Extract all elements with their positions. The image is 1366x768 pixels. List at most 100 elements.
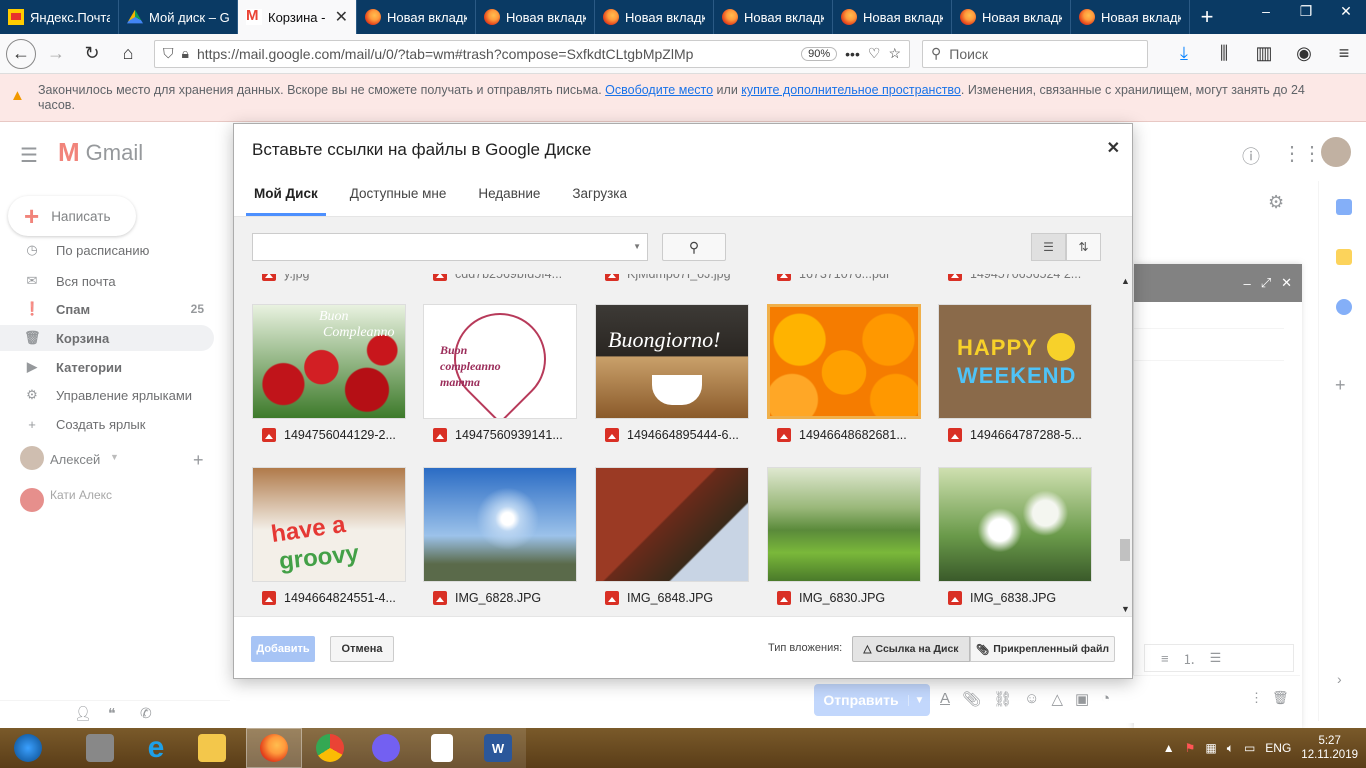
- browser-tab[interactable]: Яндекс.Почта: [0, 0, 119, 34]
- file-item[interactable]: have a groovy 1494664824551-4...: [252, 467, 406, 614]
- close-window-icon[interactable]: ✕: [1326, 0, 1366, 34]
- browser-tab[interactable]: Новая вкладк: [714, 0, 833, 34]
- file-name: y.jpg: [284, 274, 310, 281]
- scroll-thumb[interactable]: [1120, 539, 1130, 561]
- file-explorer-icon[interactable]: [184, 728, 240, 768]
- browser-tab[interactable]: Новая вкладк: [952, 0, 1071, 34]
- language-indicator[interactable]: ENG: [1265, 741, 1291, 755]
- firefox-taskbar-icon[interactable]: [246, 728, 302, 768]
- viber-taskbar-icon[interactable]: [358, 728, 414, 768]
- file-name-row: 1494570656524 2...: [938, 274, 1092, 284]
- internet-explorer-icon[interactable]: e: [128, 728, 184, 768]
- start-button[interactable]: [0, 728, 56, 768]
- show-hidden-icons[interactable]: ▲: [1163, 741, 1175, 755]
- file-grid-scrollbar[interactable]: ▲ ▼: [1118, 274, 1132, 616]
- clock[interactable]: 5:27 12.11.2019: [1301, 734, 1358, 762]
- hamburger-menu-icon[interactable]: ≡: [1328, 38, 1360, 70]
- scroll-up-icon[interactable]: ▲: [1121, 276, 1130, 286]
- browser-tab[interactable]: Корзина - ✕: [238, 0, 357, 34]
- browser-tab[interactable]: Новая вкладк: [833, 0, 952, 34]
- chrome-taskbar-icon[interactable]: [302, 728, 358, 768]
- dialog-tab[interactable]: Загрузка: [564, 172, 635, 216]
- close-tab-icon[interactable]: ✕: [335, 7, 348, 27]
- buy-storage-link[interactable]: купите дополнительное пространство: [741, 83, 961, 97]
- search-icon: ⚲: [688, 238, 700, 255]
- document-taskbar-icon[interactable]: [414, 728, 470, 768]
- scroll-down-icon[interactable]: ▼: [1121, 604, 1130, 614]
- back-button[interactable]: ←: [6, 38, 36, 69]
- browser-tab[interactable]: Новая вкладк: [595, 0, 714, 34]
- browser-nav-bar: ← → ↻ ⌂ ⛉ 🔒︎ https://mail.google.com/mai…: [0, 34, 1366, 74]
- dialog-tab[interactable]: Мой Диск: [246, 172, 326, 216]
- action-center-icon[interactable]: ⚑: [1185, 741, 1196, 755]
- file-item[interactable]: IMG_6830.JPG: [767, 467, 921, 614]
- file-name-row: 14946648682681...: [767, 419, 921, 451]
- file-name: 1494664824551-4...: [284, 591, 396, 605]
- file-name: 1494570656524 2...: [970, 274, 1082, 281]
- taskbar-app-icon[interactable]: [72, 728, 128, 768]
- attach-file-button[interactable]: 📎︎ Прикрепленный файл: [970, 636, 1115, 662]
- file-item[interactable]: HAPPY WEEKEND 1494664787288-5...: [938, 304, 1092, 451]
- file-item[interactable]: 1494570656524 2...: [938, 274, 1092, 284]
- network-icon[interactable]: ▦: [1205, 741, 1216, 755]
- system-tray: ▲ ⚑ ▦ 🔈︎ ▭ ENG 5:27 12.11.2019: [1163, 734, 1366, 762]
- new-tab-button[interactable]: +: [1190, 0, 1224, 34]
- restore-window-icon[interactable]: ❐: [1286, 0, 1326, 34]
- file-item[interactable]: IMG_6828.JPG: [423, 467, 577, 614]
- account-icon[interactable]: ◉: [1288, 38, 1320, 70]
- browser-tab-label: Новая вкладк: [863, 9, 943, 25]
- search-input[interactable]: ⚲ Поиск: [922, 39, 1148, 68]
- view-toggle: ☰ ⇅: [1031, 233, 1101, 261]
- file-thumbnail: have a groovy: [252, 467, 406, 582]
- file-item[interactable]: 167371076...pdf: [767, 274, 921, 284]
- cancel-button[interactable]: Отмена: [330, 636, 394, 662]
- minimize-window-icon[interactable]: –: [1246, 0, 1286, 34]
- browser-tab[interactable]: Новая вкладк: [476, 0, 595, 34]
- file-item[interactable]: Buon Compleanno 1494756044129-2...: [252, 304, 406, 451]
- file-item[interactable]: KjMdmpo7I_oJ.jpg: [595, 274, 749, 284]
- free-space-link[interactable]: Освободите место: [605, 83, 713, 97]
- pocket-icon[interactable]: ♡: [868, 45, 881, 62]
- file-item[interactable]: cdd7b2569bfd5f4...: [423, 274, 577, 284]
- zoom-level[interactable]: 90%: [801, 46, 838, 61]
- file-item[interactable]: IMG_6848.JPG: [595, 467, 749, 614]
- lock-icon: 🔒︎: [181, 45, 189, 61]
- image-file-icon: [433, 591, 447, 605]
- download-icon[interactable]: ⤓: [1168, 38, 1200, 70]
- file-name: IMG_6848.JPG: [627, 591, 714, 605]
- file-item[interactable]: Buon compleanno mamma 14947560939141...: [423, 304, 577, 451]
- word-taskbar-icon[interactable]: W: [470, 728, 526, 768]
- browser-tab[interactable]: Новая вкладк: [1071, 0, 1190, 34]
- library-icon[interactable]: ⫼: [1208, 38, 1240, 70]
- file-item[interactable]: y.jpg: [252, 274, 406, 284]
- more-icon[interactable]: •••: [845, 46, 860, 62]
- warning-text-1: Закончилось место для хранения данных. В…: [38, 83, 602, 97]
- browser-tab[interactable]: Мой диск – Go: [119, 0, 238, 34]
- dialog-tab[interactable]: Недавние: [470, 172, 548, 216]
- browser-tab-label: Яндекс.Почта: [30, 9, 110, 25]
- close-icon[interactable]: ✕: [1107, 138, 1120, 158]
- drive-search-input[interactable]: ▼: [252, 233, 648, 261]
- notification-icon[interactable]: ▭: [1244, 741, 1255, 755]
- file-item[interactable]: IMG_6838.JPG: [938, 467, 1092, 614]
- file-item[interactable]: 14946648682681...: [767, 304, 921, 451]
- forward-button[interactable]: →: [40, 38, 72, 70]
- bookmark-star-icon[interactable]: ☆: [888, 45, 901, 62]
- file-thumbnail: Buon compleanno mamma: [423, 304, 577, 419]
- url-bar[interactable]: ⛉ 🔒︎ https://mail.google.com/mail/u/0/?t…: [154, 39, 910, 68]
- search-dropdown-icon[interactable]: ▼: [633, 242, 641, 251]
- file-item[interactable]: Buongiorno! 1494664895444-6...: [595, 304, 749, 451]
- dialog-tab[interactable]: Доступные мне: [342, 172, 455, 216]
- firefox-icon: [1079, 9, 1095, 25]
- sort-icon[interactable]: ⇅: [1066, 233, 1101, 261]
- drive-search-button[interactable]: ⚲: [662, 233, 726, 261]
- browser-tab[interactable]: Новая вкладк: [357, 0, 476, 34]
- volume-icon[interactable]: 🔈︎: [1227, 741, 1234, 756]
- reload-button[interactable]: ↻: [76, 38, 108, 70]
- sidebar-icon[interactable]: ▥: [1248, 38, 1280, 70]
- home-button[interactable]: ⌂: [112, 38, 144, 70]
- list-view-icon[interactable]: ☰: [1031, 233, 1066, 261]
- add-button[interactable]: Добавить: [251, 636, 315, 662]
- file-name: IMG_6830.JPG: [799, 591, 886, 605]
- attach-drive-link-button[interactable]: △ Ссылка на Диск: [852, 636, 970, 662]
